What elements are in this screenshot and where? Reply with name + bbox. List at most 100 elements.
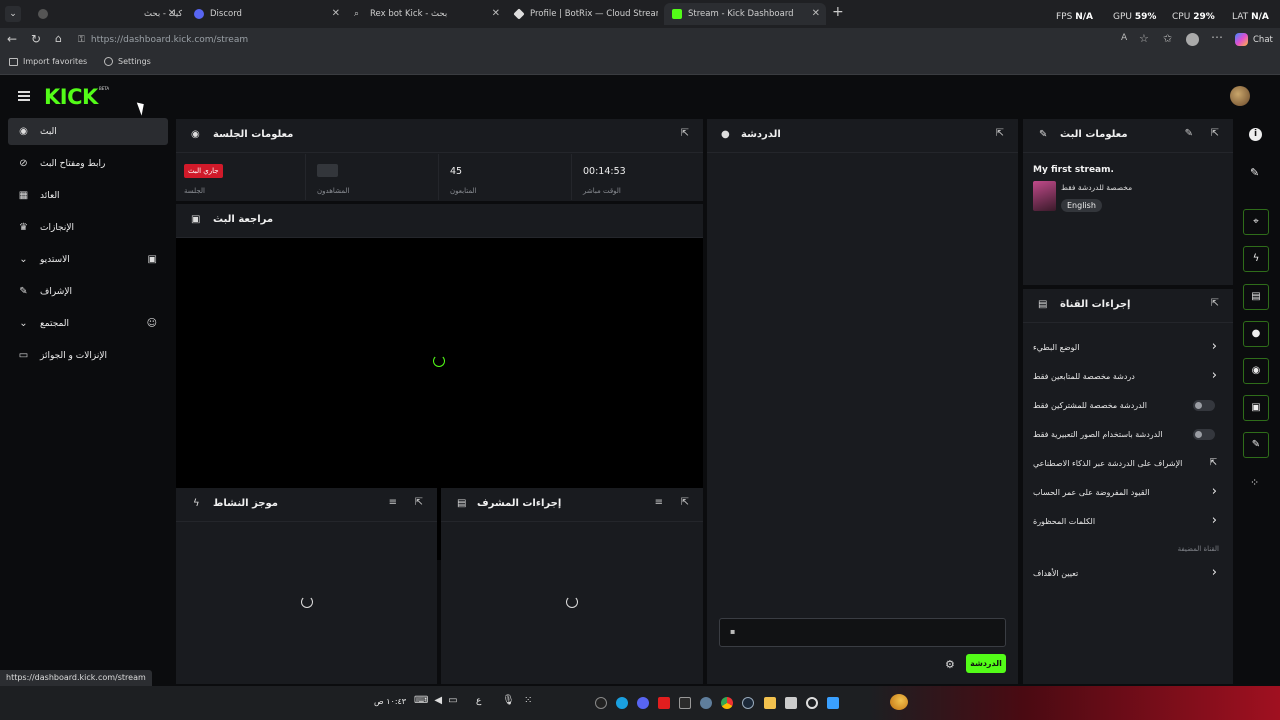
sidebar-item-achievements[interactable]: ♛ الإنجازات	[8, 214, 168, 241]
clock[interactable]: ١٠:٤٣ ص	[374, 697, 406, 706]
app-youtube-icon[interactable]	[658, 697, 670, 709]
link-icon: ⊘	[19, 158, 28, 169]
sidebar-item-moderation[interactable]: ✎ الإشراف	[8, 278, 168, 305]
tray-overflow-icon[interactable]: ⁙	[524, 695, 532, 706]
close-icon[interactable]: ✕	[332, 8, 340, 19]
viewers-cell: المشاهدون	[306, 154, 439, 200]
live-badge: جاري البث	[184, 164, 223, 178]
page-info-icon[interactable]: ⚿	[78, 35, 85, 45]
tab-kick-dashboard[interactable]: Stream - Kick Dashboard ✕	[664, 3, 826, 25]
edit-icon[interactable]: ✎	[1185, 128, 1193, 139]
widget-activity-button[interactable]: ϟ	[1243, 246, 1269, 272]
app-obs-icon[interactable]	[595, 697, 607, 709]
sidebar-item-stream[interactable]: ◉ البث	[8, 118, 168, 145]
kick-dashboard: KICK BETA ◉ البث ⊘ رابط ومفتاح البث ▦ ال…	[0, 76, 1280, 686]
windows-taskbar: ١٠:٤٣ ص ⌨◀▭ ع 🎙 ⁙	[0, 686, 1280, 720]
avatar[interactable]	[1230, 86, 1250, 106]
chat-settings-gear-icon[interactable]: ⚙	[945, 658, 955, 671]
bookmark-import-favorites[interactable]: Import favorites	[9, 57, 87, 66]
home-icon[interactable]: ⌂	[55, 32, 62, 45]
panel-title: موجز النشاط	[213, 498, 278, 509]
widget-focus-button[interactable]: ⌖	[1243, 209, 1269, 235]
tab-rex-bot[interactable]: ⌕ Rex bot Kick - بحث ✕	[346, 3, 506, 25]
tab-actions-chevron-icon[interactable]: ⌄	[5, 6, 21, 22]
app-folder-icon[interactable]	[764, 697, 776, 709]
chevron-down-icon: ⌄	[19, 318, 28, 329]
popout-icon[interactable]: ⇱	[1211, 128, 1219, 139]
chat-input[interactable]: ▪	[719, 618, 1006, 647]
cell-label: الجلسة	[184, 187, 205, 195]
tab-discord[interactable]: Discord ✕	[186, 3, 346, 25]
loading-spinner-icon	[433, 355, 445, 367]
banned-words-row[interactable]: الكلمات المحظورة ›	[1033, 513, 1221, 530]
close-icon[interactable]: ✕	[492, 8, 500, 19]
popout-icon[interactable]: ⇱	[681, 497, 689, 508]
popout-icon[interactable]: ⇱	[1211, 298, 1219, 309]
widget-wrench-button[interactable]: ✎	[1243, 432, 1269, 458]
info-icon[interactable]: i	[1249, 128, 1262, 141]
close-icon[interactable]: ✕	[812, 8, 820, 19]
address-bar: ← ↻ ⌂ ⚿ https://dashboard.kick.com/strea…	[0, 28, 1280, 52]
followers-only-row[interactable]: دردشة مخصصة للمتابعين فقط ›	[1033, 368, 1221, 385]
sidebar-item-revenue[interactable]: ▦ العائد	[8, 182, 168, 209]
popout-icon[interactable]: ⇱	[681, 128, 689, 139]
search-icon[interactable]	[806, 697, 818, 709]
copilot-icon[interactable]	[1235, 33, 1248, 46]
app-settings-icon[interactable]	[700, 697, 712, 709]
ai-moderation-row[interactable]: الإشراف على الدردشة عبر الذكاء الاصطناعي…	[1033, 456, 1221, 472]
chat-button[interactable]: Chat	[1253, 35, 1273, 45]
app-discord-icon[interactable]	[637, 697, 649, 709]
read-aloud-icon[interactable]: A	[1121, 33, 1127, 43]
slow-mode-row[interactable]: الوضع البطيء ›	[1033, 339, 1221, 356]
favorite-star-icon[interactable]: ☆	[1139, 32, 1149, 45]
tab-search-kick[interactable]: كيك - بحث ✕	[30, 3, 182, 25]
back-icon[interactable]: ←	[7, 32, 17, 46]
url-field[interactable]: ⚿ https://dashboard.kick.com/stream	[78, 31, 1138, 49]
mic-icon[interactable]: 🎙	[502, 695, 515, 706]
app-window-icon[interactable]	[785, 697, 797, 709]
favorites-icon[interactable]: ✩	[1163, 32, 1172, 45]
sidebar-item-community[interactable]: ⌄ المجتمع ☺	[8, 310, 168, 337]
input-language[interactable]: ع	[476, 696, 481, 706]
start-windows-icon[interactable]	[827, 697, 839, 709]
panel-header: ϟ موجز النشاط ≡ ⇱	[176, 488, 437, 522]
emote-only-toggle[interactable]	[1193, 429, 1215, 440]
widget-chat-button[interactable]: ●	[1243, 321, 1269, 347]
popout-icon[interactable]: ⇱	[996, 128, 1004, 139]
widgets-more-icon[interactable]: ⁘	[1250, 476, 1259, 489]
account-age-row[interactable]: القيود المفروضة على عمر الحساب ›	[1033, 484, 1221, 501]
refresh-icon[interactable]: ↻	[31, 32, 41, 46]
subscribers-only-toggle[interactable]	[1193, 400, 1215, 411]
widget-broadcast-button[interactable]: ◉	[1243, 358, 1269, 384]
channel-icon: ▤	[1038, 299, 1048, 310]
set-goals-row[interactable]: تعيين الأهداف ›	[1033, 565, 1221, 582]
trophy-icon: ♛	[19, 222, 28, 233]
chat-send-button[interactable]: الدردشة	[966, 654, 1006, 673]
weather-icon[interactable]	[890, 694, 908, 710]
menu-icon[interactable]	[18, 91, 30, 101]
url-text: https://dashboard.kick.com/stream	[90, 35, 249, 45]
sidebar-item-studio[interactable]: ⌄ الاستديو ▣	[8, 246, 168, 273]
popout-icon[interactable]: ⇱	[415, 497, 423, 508]
widget-modlog-button[interactable]: ▤	[1243, 284, 1269, 310]
sidebar-item-drops[interactable]: ▭ الإنزالات و الجوائز	[8, 342, 168, 369]
sidebar-item-stream-key[interactable]: ⊘ رابط ومفتاح البث	[8, 150, 168, 177]
app-whatsapp-icon[interactable]	[679, 697, 691, 709]
kick-logo[interactable]: KICK	[44, 85, 98, 109]
close-icon[interactable]: ✕	[168, 8, 176, 19]
more-icon[interactable]: ⋯	[1211, 30, 1223, 44]
tab-botrix[interactable]: Profile | BotRix — Cloud Streaming	[506, 3, 666, 25]
new-tab-button[interactable]: +	[832, 4, 844, 20]
beta-badge: BETA	[99, 86, 110, 91]
widget-channel-button[interactable]: ▣	[1243, 395, 1269, 421]
filter-icon[interactable]: ≡	[655, 497, 663, 508]
lat-stat: LAT N/A	[1232, 12, 1269, 22]
edit-layout-icon[interactable]: ✎	[1250, 166, 1259, 179]
app-steam-icon[interactable]	[742, 697, 754, 709]
app-chrome-icon[interactable]	[721, 697, 733, 709]
filter-icon[interactable]: ≡	[389, 497, 397, 508]
app-edge-icon[interactable]	[616, 697, 628, 709]
bookmark-settings[interactable]: Settings	[104, 57, 151, 66]
tray-icons[interactable]: ⌨◀▭	[414, 695, 464, 706]
profile-icon[interactable]	[1186, 33, 1199, 46]
